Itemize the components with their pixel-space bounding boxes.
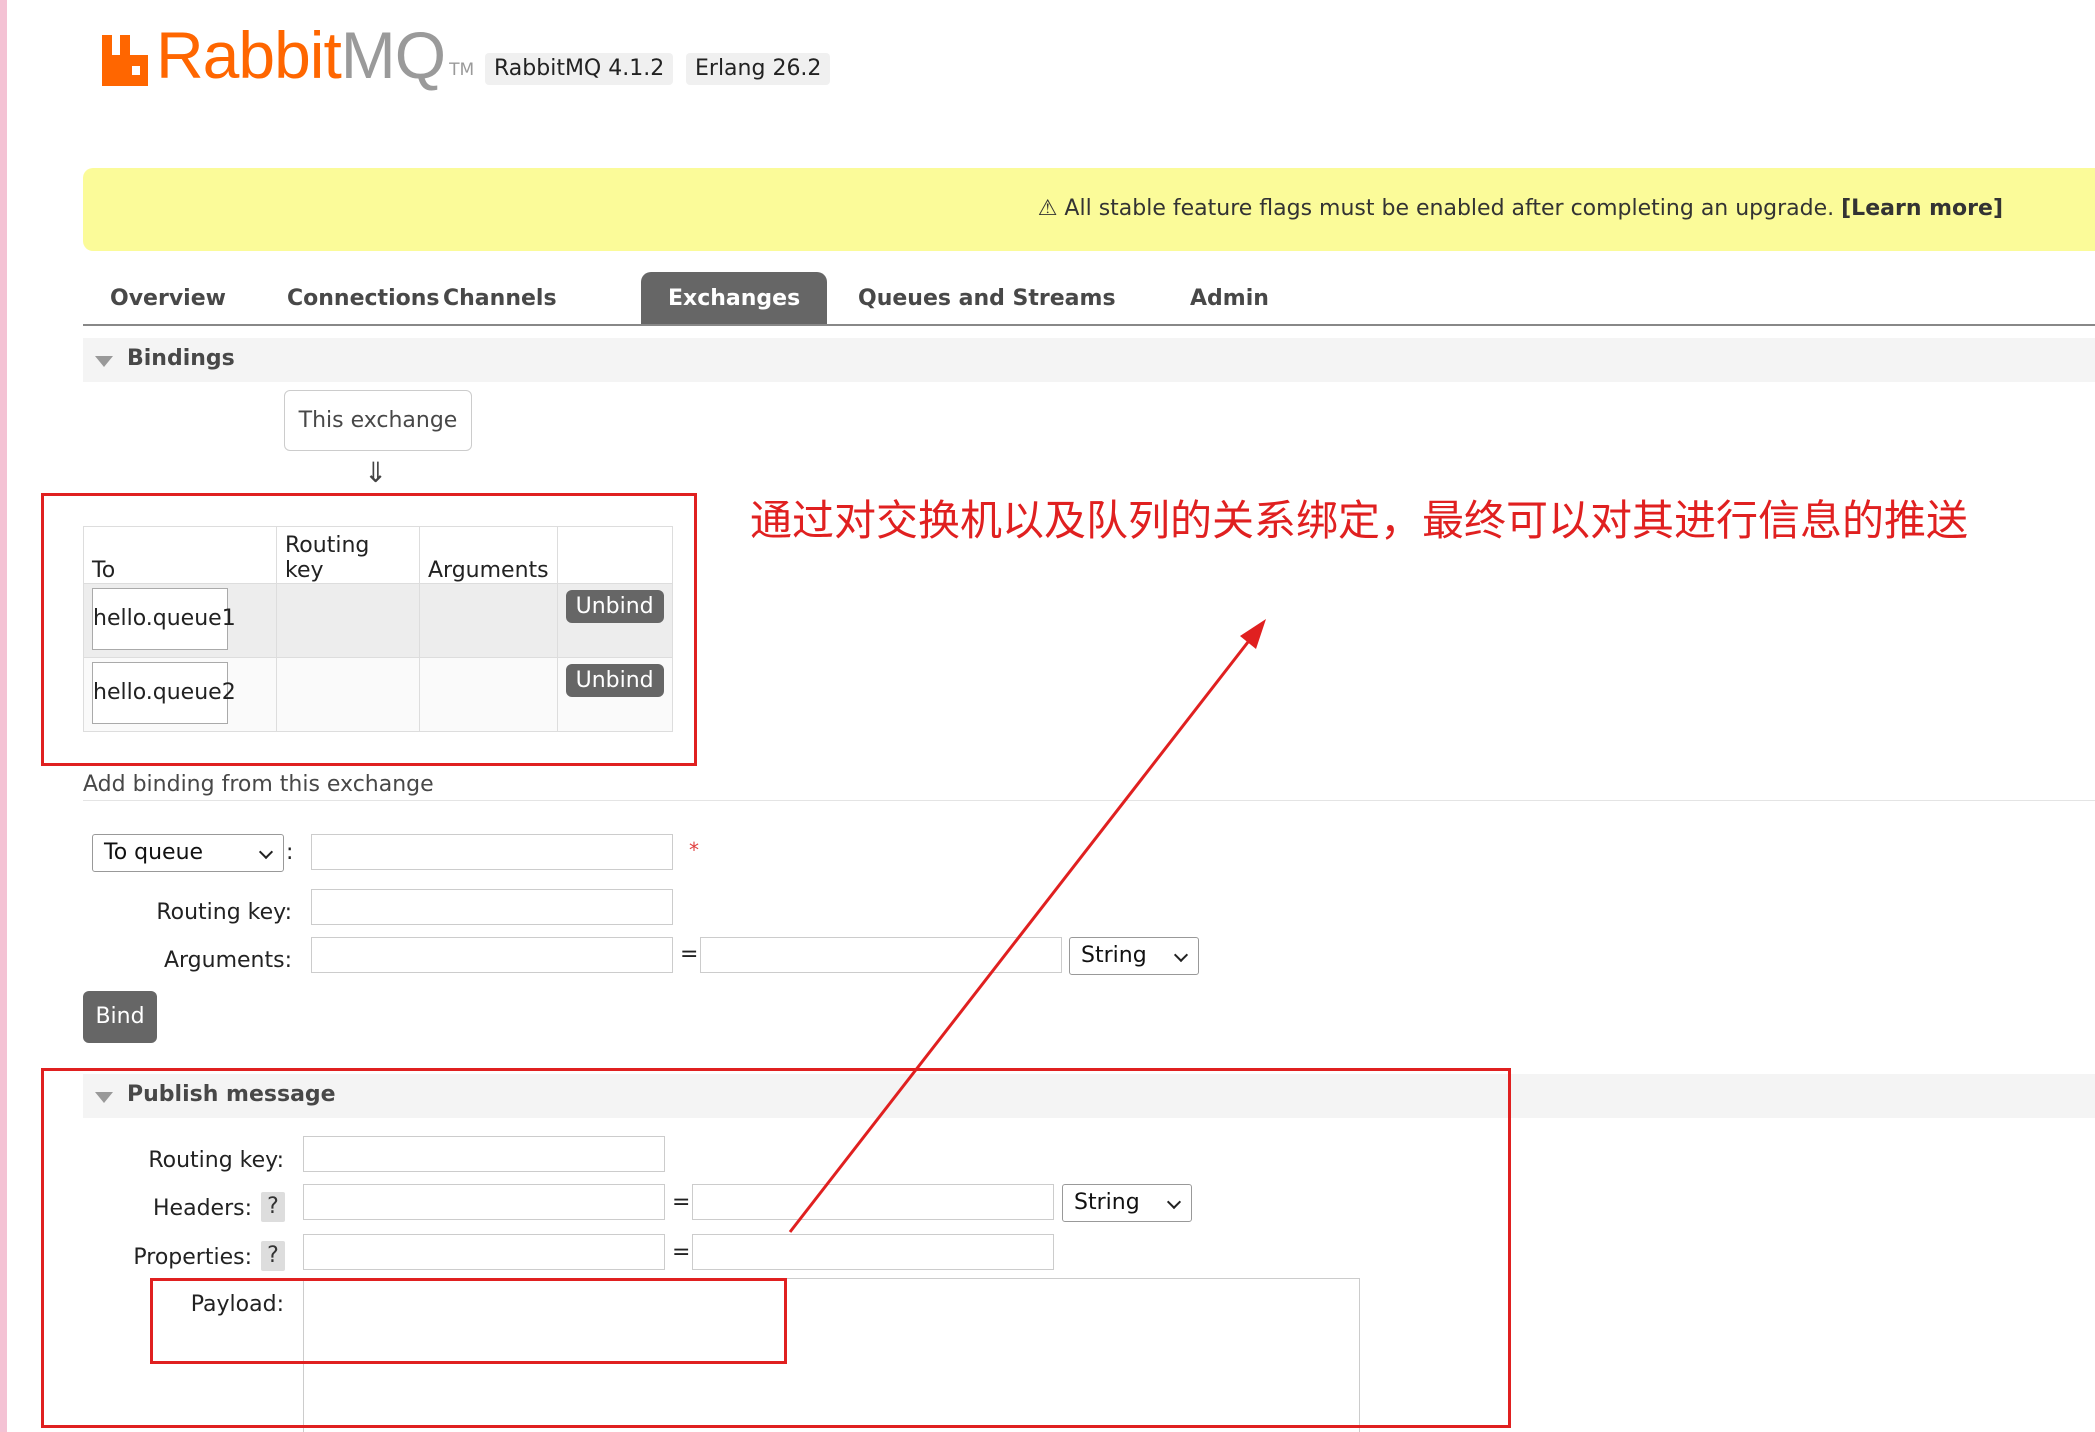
banner-text: ⚠ All stable feature flags must be enabl… [1037, 196, 1835, 221]
required-mark: * [689, 838, 699, 862]
logo-text-mq: MQ [340, 18, 446, 92]
tab-queues-and-streams[interactable]: Queues and Streams [831, 272, 1143, 324]
destination-type-value: To queue [104, 840, 204, 865]
bindings-section-title: Bindings [127, 346, 235, 371]
tab-overview[interactable]: Overview [83, 272, 253, 324]
rabbitmq-version-badge: RabbitMQ 4.1.2 [485, 53, 674, 85]
payload-highlight-box [150, 1278, 787, 1364]
collapse-triangle-icon [95, 356, 113, 367]
annotation-note: 通过对交换机以及队列的关系绑定，最终可以对其进行信息的推送 [750, 496, 1969, 545]
destination-colon: : [286, 840, 294, 865]
binding-arguments-label: Arguments: [163, 948, 292, 973]
tab-admin[interactable]: Admin [1163, 272, 1296, 324]
tab-exchanges[interactable]: Exchanges [641, 272, 828, 324]
erlang-version-badge: Erlang 26.2 [686, 53, 831, 85]
binding-argument-equals: = [680, 942, 699, 967]
learn-more-link[interactable]: [Learn more] [1841, 196, 2003, 221]
binding-routing-key-label: Routing key: [156, 900, 292, 925]
this-exchange-box: This exchange [284, 390, 472, 451]
bindings-highlight-box [41, 493, 697, 766]
binding-argument-type-value: String [1081, 943, 1147, 968]
binding-routing-key-input[interactable] [311, 889, 673, 925]
banner-message: ⚠ All stable feature flags must be enabl… [1038, 196, 2003, 221]
bindings-section-header[interactable]: Bindings [83, 338, 2095, 382]
rabbitmq-logo[interactable]: Rabbit MQ TM [100, 18, 474, 88]
feature-flags-banner: ⚠ All stable feature flags must be enabl… [83, 168, 2095, 251]
chevron-down-icon [258, 844, 274, 860]
chevron-down-icon [1173, 947, 1189, 963]
binding-argument-type-select[interactable]: String [1069, 937, 1199, 975]
destination-name-input[interactable] [311, 834, 673, 870]
add-binding-divider [83, 800, 2095, 801]
left-edge-bar [0, 0, 7, 1432]
add-binding-title: Add binding from this exchange [83, 772, 434, 797]
publish-highlight-box [41, 1068, 1511, 1428]
logo-trademark: TM [449, 60, 475, 80]
main-nav-tabs: Overview Connections Channels Exchanges … [83, 272, 2095, 326]
binding-argument-value-input[interactable] [700, 937, 1062, 973]
logo-text-rabbit: Rabbit [156, 18, 342, 92]
destination-type-select[interactable]: To queue [92, 834, 284, 872]
tab-channels[interactable]: Channels [416, 272, 584, 324]
rabbitmq-logo-icon [100, 33, 150, 88]
down-double-arrow-icon: ⇓ [364, 456, 388, 489]
bind-button[interactable]: Bind [83, 991, 157, 1043]
binding-argument-key-input[interactable] [311, 937, 673, 973]
